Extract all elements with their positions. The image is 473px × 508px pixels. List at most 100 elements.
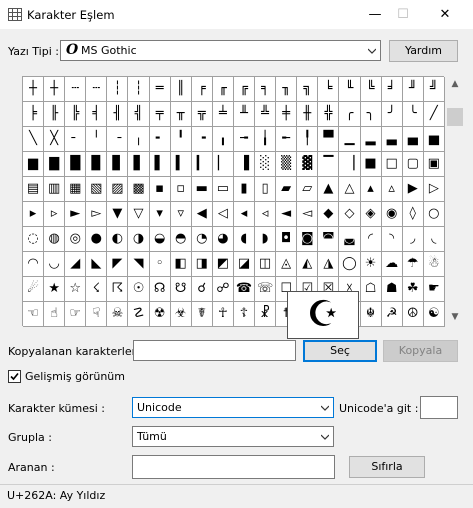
character-cell[interactable]: ☋: [170, 277, 192, 302]
character-cell[interactable]: ☈: [107, 277, 129, 302]
character-cell[interactable]: ☯: [423, 302, 445, 327]
character-cell[interactable]: ▹: [44, 202, 66, 227]
font-select[interactable]: O MS Gothic: [60, 40, 381, 61]
character-cell[interactable]: ╔: [233, 77, 256, 102]
character-cell[interactable]: ╨: [233, 102, 256, 127]
group-select[interactable]: Tümü: [132, 426, 334, 447]
character-cell[interactable]: ☢: [149, 302, 171, 327]
advanced-view-label[interactable]: Gelişmiş görünüm: [25, 370, 125, 383]
character-grid[interactable]: ┼ ┼ ┄ ┄ ┆ ┆ ═ ║ ╒ ╓ ╔ ╕ ╖ ╗ ╘ ╙ ╚ ╛ ╜ ╝ ╞ ╟ ╠ ╡ ╢ ╣ ╤ ╥ ╦ ╧ ╨ ╩ ╪ ╫ ╬ ╭ ╮ ╯ ╰ ╱…: [22, 76, 445, 327]
character-cell[interactable]: ◛: [339, 227, 361, 252]
character-cell[interactable]: ☍: [212, 277, 234, 302]
character-cell[interactable]: ◚: [318, 227, 340, 252]
character-cell[interactable]: ☁: [381, 252, 403, 277]
character-cell[interactable]: ◅: [297, 202, 319, 227]
character-cell[interactable]: ╣: [128, 102, 150, 127]
character-cell[interactable]: ╱: [423, 102, 445, 127]
select-button[interactable]: Seç: [303, 340, 377, 362]
character-cell[interactable]: ╳: [44, 127, 66, 152]
character-cell[interactable]: ╫: [297, 102, 319, 127]
character-cell[interactable]: ▒: [276, 152, 298, 177]
scroll-up-arrow-icon[interactable]: ▲: [446, 76, 464, 93]
character-cell[interactable]: ╬: [318, 102, 340, 127]
character-cell[interactable]: △: [339, 177, 361, 202]
character-cell[interactable]: ☥: [212, 302, 234, 327]
character-cell[interactable]: ╰: [402, 102, 424, 127]
character-cell[interactable]: ╺: [191, 127, 213, 152]
character-cell[interactable]: ☆: [65, 277, 87, 302]
character-cell[interactable]: ▨: [107, 177, 129, 202]
character-cell[interactable]: ◁: [212, 202, 234, 227]
character-cell[interactable]: ▓: [297, 152, 319, 177]
character-cell[interactable]: ◉: [381, 202, 403, 227]
character-cell[interactable]: ▷: [423, 177, 445, 202]
character-cell[interactable]: ▸: [23, 202, 45, 227]
character-cell[interactable]: ☉: [128, 277, 150, 302]
character-cell[interactable]: ▱: [297, 177, 319, 202]
character-cell[interactable]: ◞: [402, 227, 424, 252]
help-button[interactable]: Yardım: [389, 40, 458, 62]
character-cell[interactable]: ╵: [86, 127, 108, 152]
character-cell[interactable]: ◣: [86, 252, 108, 277]
search-input[interactable]: [132, 455, 335, 479]
copy-button[interactable]: Kopyala: [383, 340, 458, 362]
character-cell[interactable]: ◄: [276, 202, 298, 227]
character-cell[interactable]: ╗: [297, 77, 319, 102]
character-cell[interactable]: ☗: [381, 277, 403, 302]
character-cell[interactable]: ▉: [86, 152, 108, 177]
maximize-button[interactable]: ☐: [383, 0, 423, 30]
character-cell[interactable]: ▾: [149, 202, 171, 227]
character-cell[interactable]: ▐: [233, 152, 256, 177]
character-cell[interactable]: ◒: [149, 227, 171, 252]
character-cell[interactable]: ☛: [423, 277, 445, 302]
character-cell[interactable]: ◠: [23, 252, 45, 277]
character-cell[interactable]: ▩: [128, 177, 150, 202]
character-cell[interactable]: ●: [86, 227, 108, 252]
character-cell[interactable]: ▆: [23, 152, 45, 177]
character-cell[interactable]: ▢: [402, 152, 424, 177]
character-cell[interactable]: ╤: [149, 102, 171, 127]
character-cell[interactable]: ☬: [360, 302, 382, 327]
charset-select[interactable]: Unicode: [132, 397, 334, 418]
character-cell[interactable]: ▅: [423, 127, 445, 152]
character-cell[interactable]: ◊: [402, 202, 424, 227]
character-cell[interactable]: ☇: [86, 277, 108, 302]
character-cell[interactable]: ▫: [170, 177, 192, 202]
character-cell[interactable]: ╸: [149, 127, 171, 152]
character-cell[interactable]: ┄: [86, 77, 108, 102]
character-cell[interactable]: ◨: [191, 252, 213, 277]
character-cell[interactable]: ☞: [65, 302, 87, 327]
character-cell[interactable]: ╛: [381, 77, 403, 102]
close-button[interactable]: ✕: [425, 0, 465, 30]
character-cell[interactable]: ▯: [255, 177, 277, 202]
character-cell[interactable]: ◃: [255, 202, 277, 227]
character-cell[interactable]: ★: [44, 277, 66, 302]
character-cell[interactable]: ╶: [107, 127, 129, 152]
character-cell[interactable]: ┼: [44, 77, 66, 102]
character-cell[interactable]: ▀: [318, 127, 340, 152]
character-cell[interactable]: ◭: [297, 252, 319, 277]
character-cell[interactable]: ╢: [107, 102, 129, 127]
character-cell[interactable]: ▊: [107, 152, 129, 177]
character-cell[interactable]: ☡: [128, 302, 150, 327]
character-cell[interactable]: ╝: [423, 77, 445, 102]
character-cell[interactable]: ◇: [339, 202, 361, 227]
character-cell[interactable]: ╜: [402, 77, 424, 102]
character-cell[interactable]: ║: [170, 77, 192, 102]
character-cell[interactable]: ◂: [233, 202, 256, 227]
character-cell[interactable]: ◆: [318, 202, 340, 227]
character-cell[interactable]: ☝: [44, 302, 66, 327]
character-cell[interactable]: ◌: [23, 227, 45, 252]
character-cell[interactable]: ▵: [381, 177, 403, 202]
character-cell[interactable]: ◧: [170, 252, 192, 277]
character-cell[interactable]: ▃: [381, 127, 403, 152]
character-cell[interactable]: ☖: [360, 277, 382, 302]
character-cell[interactable]: ▰: [276, 177, 298, 202]
character-cell[interactable]: ▎: [191, 152, 213, 177]
character-cell[interactable]: ☘: [402, 277, 424, 302]
character-cell[interactable]: ◙: [297, 227, 319, 252]
character-cell[interactable]: ▣: [423, 152, 445, 177]
character-cell[interactable]: ▥: [44, 177, 66, 202]
character-cell[interactable]: ╷: [128, 127, 150, 152]
character-cell[interactable]: ◦: [149, 252, 171, 277]
